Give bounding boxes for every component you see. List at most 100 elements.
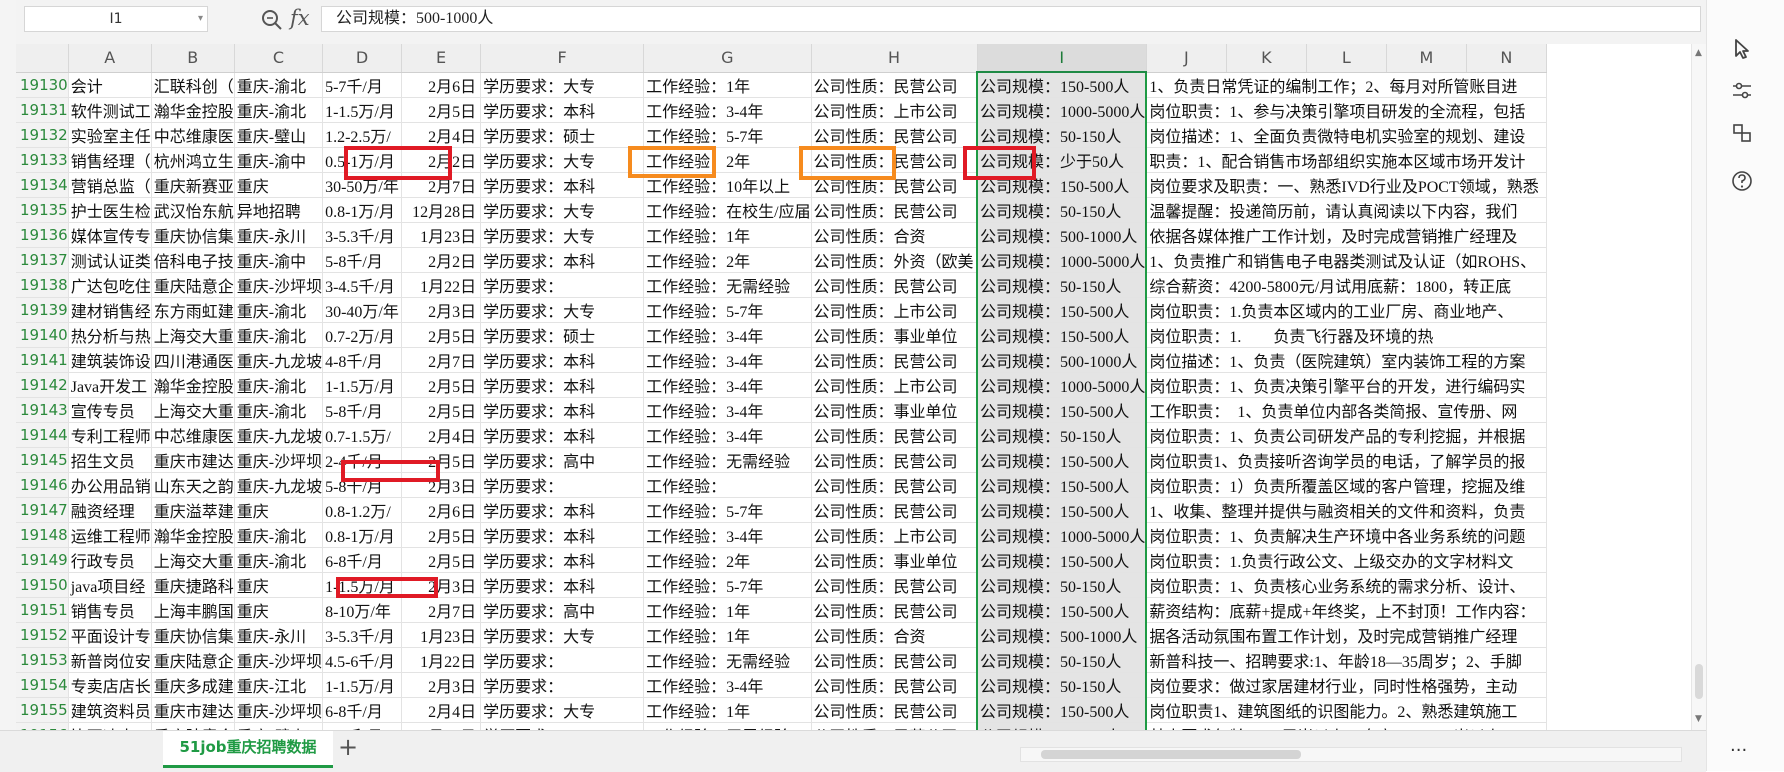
- job-title-cell[interactable]: 护士医生检: [68, 197, 152, 223]
- name-box[interactable]: I1 ▾: [24, 6, 208, 32]
- row-number[interactable]: 19153: [16, 647, 69, 673]
- experience-cell[interactable]: 工作经验：3-4年: [643, 422, 812, 448]
- column-header-c[interactable]: C: [234, 44, 324, 73]
- company-type-cell[interactable]: 公司性质：事业单位: [811, 547, 978, 573]
- row-number[interactable]: 19146: [16, 472, 69, 498]
- row-number[interactable]: 19144: [16, 422, 69, 448]
- salary-cell[interactable]: 0.8-1万/月: [322, 197, 403, 223]
- location-cell[interactable]: 重庆-永川: [234, 622, 324, 648]
- company-cell[interactable]: 瀚华金控股: [151, 522, 235, 548]
- column-header-i[interactable]: I: [977, 44, 1147, 73]
- row-number[interactable]: 19132: [16, 122, 69, 148]
- experience-cell[interactable]: 工作经验：3-4年: [643, 347, 812, 373]
- job-title-cell[interactable]: 融资经理: [68, 497, 152, 523]
- experience-cell[interactable]: 工作经验：5-7年: [643, 122, 812, 148]
- company-size-cell[interactable]: 公司规模：50-150人: [976, 122, 1148, 148]
- company-type-cell[interactable]: 公司性质：民营公司: [811, 347, 978, 373]
- row-number[interactable]: 19156: [16, 722, 69, 730]
- company-cell[interactable]: 重庆多成建: [151, 672, 235, 698]
- column-header-d[interactable]: D: [322, 44, 403, 73]
- company-size-cell[interactable]: 公司规模：50-150人: [976, 272, 1148, 298]
- experience-cell[interactable]: 工作经验：3-4年: [643, 97, 812, 123]
- column-header-n[interactable]: N: [1466, 44, 1547, 73]
- job-title-cell[interactable]: 专卖店店长: [68, 672, 152, 698]
- experience-cell[interactable]: 工作经验：无需经验: [643, 722, 812, 730]
- more-options-icon[interactable]: ···: [1730, 740, 1747, 761]
- company-type-cell[interactable]: 公司性质：上市公司: [811, 97, 978, 123]
- job-title-cell[interactable]: 运维工程师: [68, 522, 152, 548]
- company-type-cell[interactable]: 公司性质：民营公司: [811, 672, 978, 698]
- company-size-cell[interactable]: 公司规模：150-500人: [976, 297, 1148, 323]
- company-size-cell[interactable]: 公司规模：50-150人: [976, 197, 1148, 223]
- education-cell[interactable]: 学历要求：本科: [480, 422, 645, 448]
- job-description-cell[interactable]: 岗位描述：1、全面负责微特电机实验室的规划、建设: [1146, 122, 1547, 148]
- location-cell[interactable]: 重庆-渝北: [234, 72, 324, 98]
- experience-cell[interactable]: 工作经验：3-4年: [643, 397, 812, 423]
- location-cell[interactable]: 重庆-渝北: [234, 297, 324, 323]
- column-header-m[interactable]: M: [1386, 44, 1467, 73]
- job-description-cell[interactable]: 职责：1、配合销售市场部组织实施本区域市场开发计: [1146, 147, 1547, 173]
- row-number[interactable]: 19148: [16, 522, 69, 548]
- date-cell[interactable]: 1月22日: [401, 272, 482, 298]
- date-cell[interactable]: 2月4日: [401, 697, 482, 723]
- company-size-cell[interactable]: 公司规模：1000-5000人: [976, 372, 1148, 398]
- company-cell[interactable]: 重庆溢萃建: [151, 497, 235, 523]
- location-cell[interactable]: 重庆-九龙坡: [234, 472, 324, 498]
- location-cell[interactable]: 重庆-沙坪坝: [234, 447, 324, 473]
- date-cell[interactable]: 2月5日: [401, 97, 482, 123]
- company-cell[interactable]: 瀚华金控股: [151, 372, 235, 398]
- date-cell[interactable]: 2月2日: [401, 247, 482, 273]
- company-cell[interactable]: 瀚华金控股: [151, 97, 235, 123]
- cursor-icon[interactable]: [1729, 36, 1755, 62]
- job-title-cell[interactable]: 建筑装饰设: [68, 347, 152, 373]
- company-size-cell[interactable]: 公司规模：50-150人: [976, 647, 1148, 673]
- location-cell[interactable]: 重庆-九龙坡: [234, 347, 324, 373]
- job-description-cell[interactable]: 岗位职责：1、负责公司研发产品的专利挖掘，并根据: [1146, 422, 1547, 448]
- column-header-k[interactable]: K: [1226, 44, 1307, 73]
- job-description-cell[interactable]: 岗位职责：1.负责行政公文、上级交办的文字材料文: [1146, 547, 1547, 573]
- job-description-cell[interactable]: 岗位要求：做过家居建材行业，同时性格强势，主动: [1146, 672, 1547, 698]
- company-size-cell[interactable]: 公司规模：50-150人: [976, 722, 1148, 730]
- company-cell[interactable]: 倍科电子技: [151, 247, 235, 273]
- salary-cell[interactable]: 1-1.5万/月: [322, 97, 403, 123]
- company-cell[interactable]: 武汉怡东航: [151, 197, 235, 223]
- job-title-cell[interactable]: 销售专员: [68, 597, 152, 623]
- company-cell[interactable]: 重庆陆意企: [151, 647, 235, 673]
- company-cell[interactable]: 上海丰鹏国: [151, 597, 235, 623]
- company-type-cell[interactable]: 公司性质：合资: [811, 222, 978, 248]
- row-number[interactable]: 19140: [16, 322, 69, 348]
- company-type-cell[interactable]: 公司性质：民营公司: [811, 572, 978, 598]
- experience-cell[interactable]: 工作经验：无需经验: [643, 272, 812, 298]
- company-size-cell[interactable]: 公司规模：150-500人: [976, 472, 1148, 498]
- transform-icon[interactable]: [1729, 120, 1755, 146]
- company-size-cell[interactable]: 公司规模：1000-5000人: [976, 97, 1148, 123]
- company-size-cell[interactable]: 公司规模：50-150人: [976, 422, 1148, 448]
- company-cell[interactable]: 中芯维康医: [151, 422, 235, 448]
- job-description-cell[interactable]: 1、负责日常凭证的编制工作；2、每月对所管账目进: [1146, 72, 1547, 98]
- row-number[interactable]: 19145: [16, 447, 69, 473]
- education-cell[interactable]: 学历要求：大专: [480, 222, 645, 248]
- job-description-cell[interactable]: 岗位要求及职责：一、熟悉IVD行业及POCT领域，熟悉: [1146, 172, 1547, 198]
- column-header-g[interactable]: G: [643, 44, 812, 73]
- company-cell[interactable]: 杭州鸿立生: [151, 147, 235, 173]
- location-cell[interactable]: 重庆-渝北: [234, 397, 324, 423]
- education-cell[interactable]: 学历要求：: [480, 722, 645, 730]
- education-cell[interactable]: 学历要求：大专: [480, 622, 645, 648]
- company-type-cell[interactable]: 公司性质：民营公司: [811, 597, 978, 623]
- location-cell[interactable]: 重庆-渝北: [234, 372, 324, 398]
- experience-cell[interactable]: 工作经验：5-7年: [643, 297, 812, 323]
- job-title-cell[interactable]: 宣传专员: [68, 397, 152, 423]
- sheet-tab[interactable]: 51job重庆招聘数据: [163, 731, 333, 768]
- company-size-cell[interactable]: 公司规模：150-500人: [976, 497, 1148, 523]
- row-number[interactable]: 19152: [16, 622, 69, 648]
- row-number[interactable]: 19150: [16, 572, 69, 598]
- company-cell[interactable]: 重庆陆意企: [151, 722, 235, 730]
- education-cell[interactable]: 学历要求：硕士: [480, 322, 645, 348]
- column-header-b[interactable]: B: [151, 44, 235, 73]
- education-cell[interactable]: 学历要求：高中: [480, 597, 645, 623]
- company-size-cell[interactable]: 公司规模：150-500人: [976, 322, 1148, 348]
- company-cell[interactable]: 山东天之韵: [151, 472, 235, 498]
- row-number[interactable]: 19133: [16, 147, 69, 173]
- row-number[interactable]: 19139: [16, 297, 69, 323]
- job-description-cell[interactable]: 岗位职责：1、负责核心业务系统的需求分析、设计、: [1146, 572, 1547, 598]
